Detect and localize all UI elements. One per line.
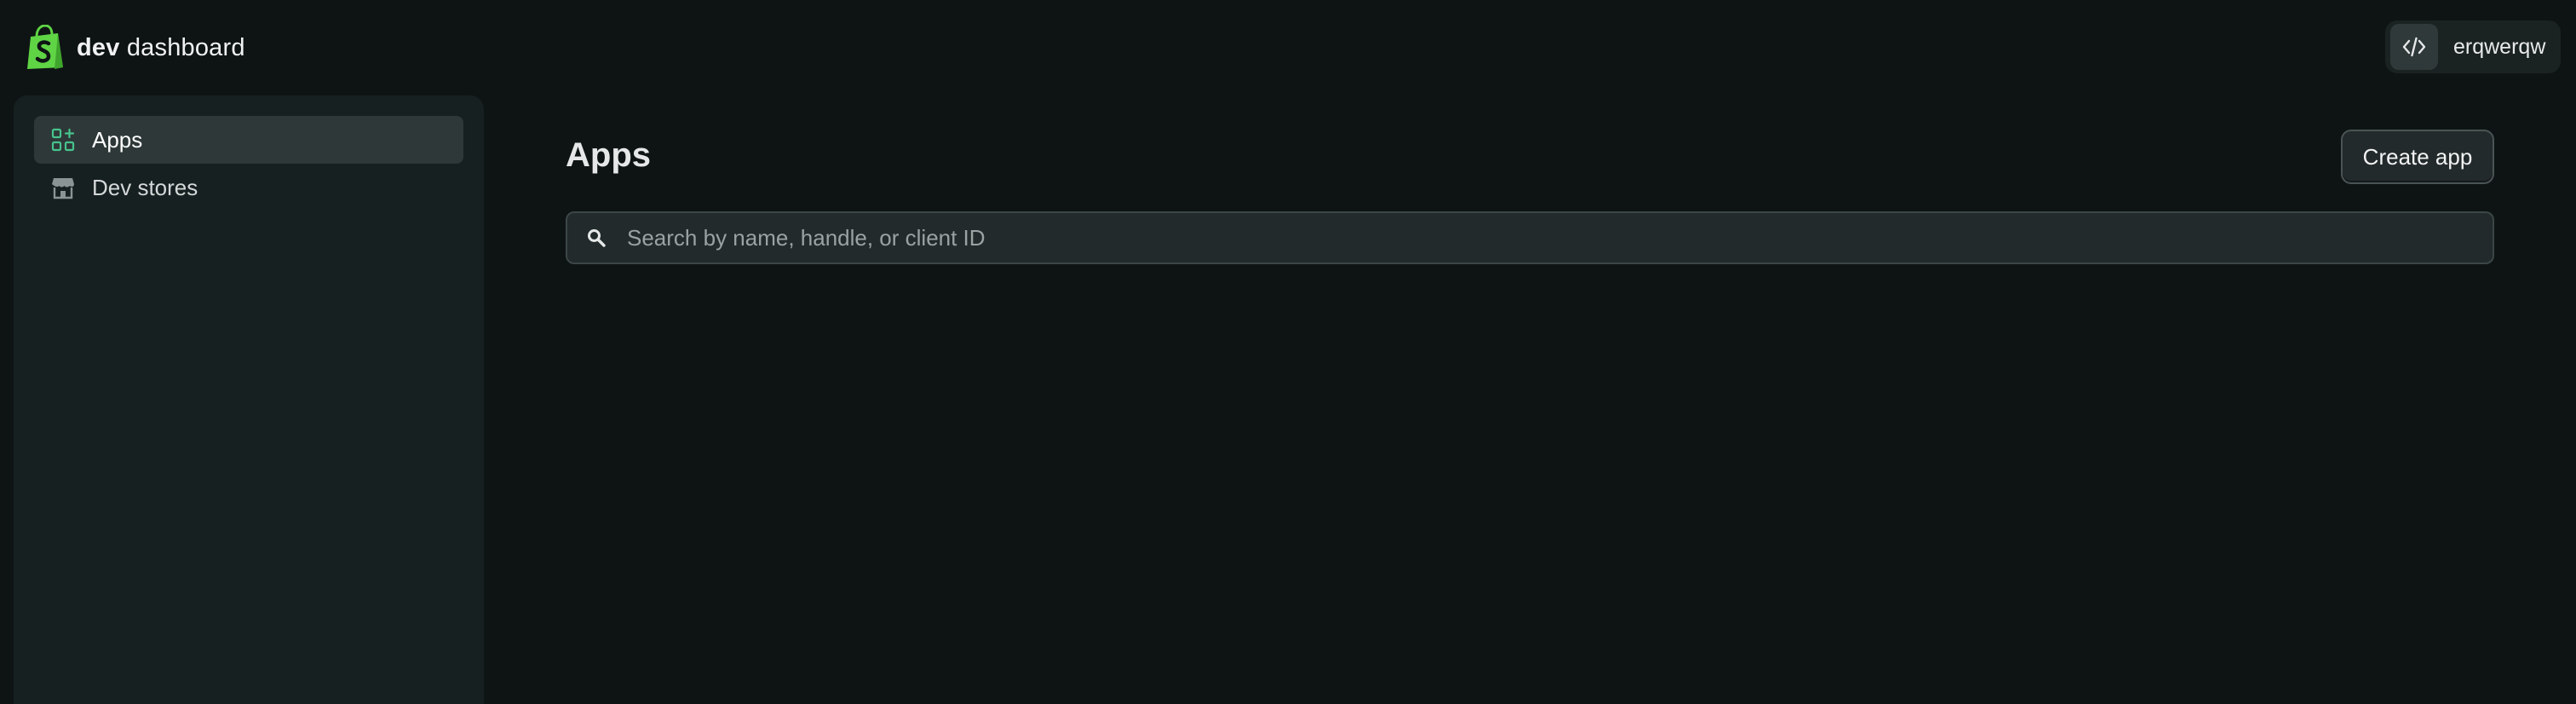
sidebar: Apps Dev stores (14, 95, 484, 704)
store-icon (49, 174, 77, 201)
search-input[interactable] (625, 213, 2493, 263)
sidebar-item-label: Apps (92, 126, 143, 153)
sidebar-item-apps[interactable]: Apps (34, 116, 463, 164)
shopify-bag-icon (27, 25, 63, 69)
top-bar: dev dashboard erqwerqw (0, 0, 2576, 94)
code-icon (2390, 24, 2438, 70)
sidebar-item-dev-stores[interactable]: Dev stores (34, 164, 463, 211)
user-menu[interactable]: erqwerqw (2385, 20, 2561, 73)
brand-name: dev dashboard (77, 33, 245, 61)
create-app-button[interactable]: Create app (2341, 130, 2494, 184)
search-icon (584, 226, 608, 250)
page-title: Apps (566, 136, 651, 174)
user-name: erqwerqw (2453, 34, 2546, 59)
sidebar-item-label: Dev stores (92, 174, 198, 200)
apps-grid-icon (49, 126, 77, 153)
search-bar (566, 211, 2494, 264)
brand-link[interactable]: dev dashboard (26, 24, 245, 72)
